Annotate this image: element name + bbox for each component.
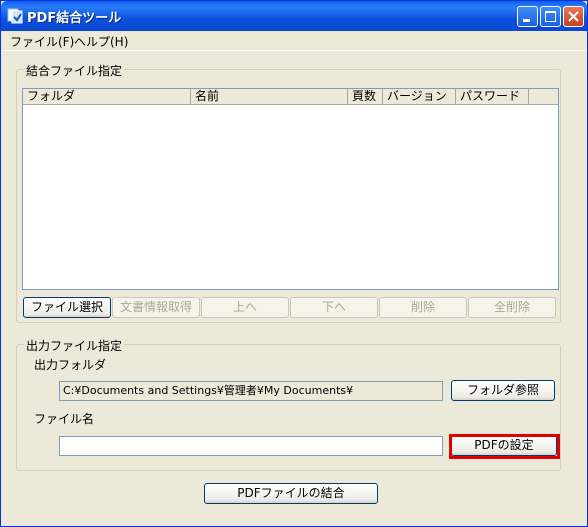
browse-folder-button[interactable]: フォルダ参照 bbox=[451, 380, 555, 401]
filename-field[interactable] bbox=[59, 436, 443, 456]
close-icon bbox=[568, 11, 579, 22]
filename-label: ファイル名 bbox=[34, 412, 95, 426]
select-file-button[interactable]: ファイル選択 bbox=[23, 297, 111, 318]
file-list[interactable]: フォルダ 名前 頁数 バージョン パスワード bbox=[22, 88, 559, 290]
column-header-filler bbox=[529, 89, 558, 105]
minimize-button[interactable] bbox=[517, 6, 538, 27]
window-title: PDF結合ツール bbox=[27, 11, 122, 26]
input-files-group-title: 結合ファイル指定 bbox=[24, 62, 125, 79]
pdf-app-icon bbox=[7, 8, 23, 24]
output-folder-label: 出力フォルダ bbox=[34, 358, 107, 372]
output-folder-field[interactable]: C:¥Documents and Settings¥管理者¥My Documen… bbox=[59, 381, 443, 401]
delete-button[interactable]: 削除 bbox=[379, 297, 467, 318]
pdf-settings-highlight bbox=[449, 434, 560, 459]
column-header-password[interactable]: パスワード bbox=[456, 89, 529, 105]
menu-file[interactable]: ファイル(F) bbox=[10, 33, 74, 50]
merge-pdf-button[interactable]: PDFファイルの結合 bbox=[204, 483, 378, 504]
move-up-button[interactable]: 上へ bbox=[201, 297, 289, 318]
move-down-button[interactable]: 下へ bbox=[290, 297, 378, 318]
title-bar[interactable]: PDF結合ツール bbox=[1, 1, 587, 31]
minimize-icon bbox=[523, 19, 530, 22]
maximize-button[interactable] bbox=[540, 6, 561, 27]
maximize-icon bbox=[545, 11, 556, 22]
column-header-name[interactable]: 名前 bbox=[191, 89, 348, 105]
menu-help[interactable]: ヘルプ(H) bbox=[74, 33, 128, 50]
column-header-version[interactable]: バージョン bbox=[383, 89, 456, 105]
main-window: PDF結合ツール ファイル(F) ヘルプ(H) 結合ファイル指定 フォルダ 名前… bbox=[0, 0, 588, 527]
output-file-group-title: 出力ファイル指定 bbox=[24, 337, 125, 354]
column-header-folder[interactable]: フォルダ bbox=[23, 89, 191, 105]
menu-bar: ファイル(F) ヘルプ(H) bbox=[2, 31, 586, 51]
close-button[interactable] bbox=[563, 6, 584, 27]
column-header-pages[interactable]: 頁数 bbox=[348, 89, 383, 105]
delete-all-button[interactable]: 全削除 bbox=[468, 297, 556, 318]
get-doc-info-button[interactable]: 文書情報取得 bbox=[112, 297, 200, 318]
